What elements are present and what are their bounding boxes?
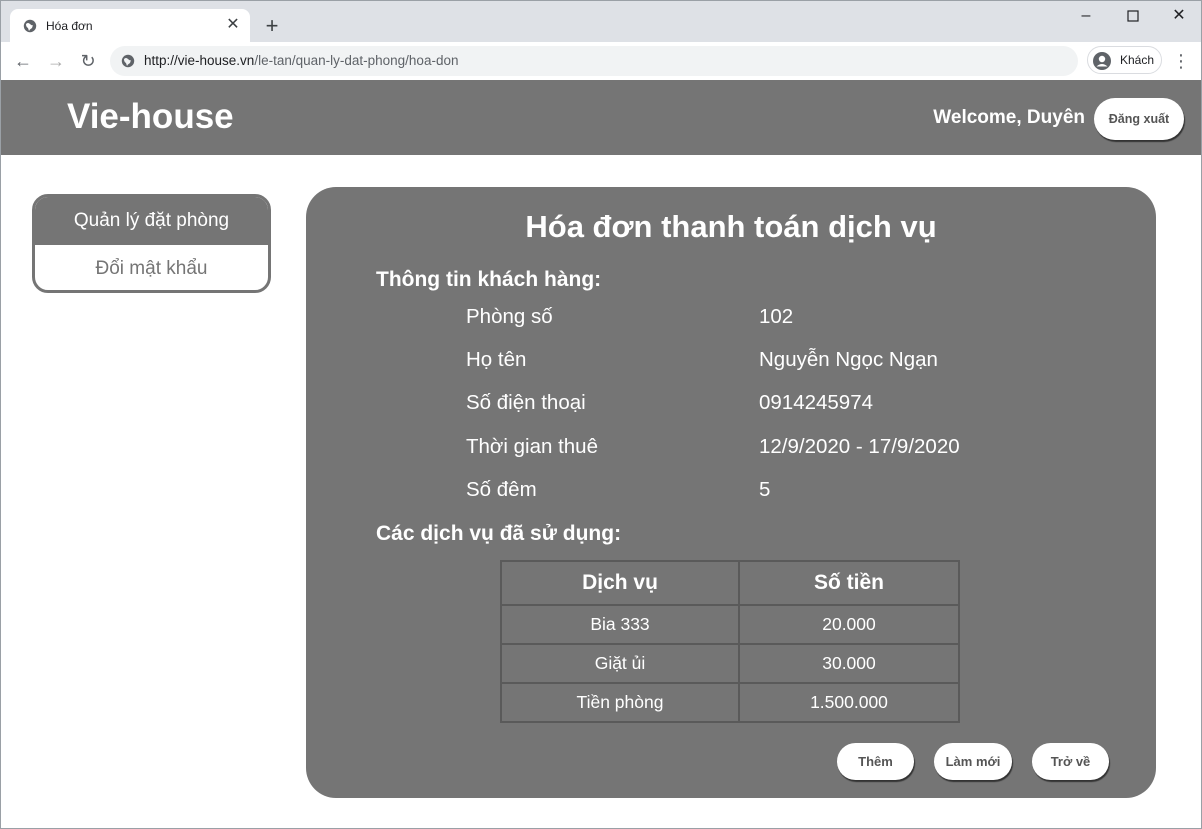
field-value-nights: 5 [759, 478, 771, 501]
table-row: Giặt ủi 30.000 [500, 643, 960, 684]
service-name-cell: Bia 333 [500, 604, 740, 645]
field-value-name: Nguyễn Ngọc Ngạn [759, 348, 938, 371]
account-icon [1093, 52, 1111, 70]
page-title: Hóa đơn thanh toán dịch vụ [525, 209, 937, 244]
table-header-row: Dịch vụ Số tiền [500, 560, 960, 606]
more-menu-icon[interactable]: ⋮ [1171, 50, 1191, 72]
profile-button[interactable]: Khách [1087, 46, 1162, 74]
maximize-icon[interactable] [1119, 5, 1147, 27]
forward-arrow-icon[interactable]: → [45, 50, 67, 72]
services-heading: Các dịch vụ đã sử dụng: [376, 522, 622, 545]
url-text: http://vie-house.vn/le-tan/quan-ly-dat-p… [144, 53, 459, 68]
side-menu: Quản lý đặt phòng Đổi mật khẩu [32, 194, 271, 293]
table-row: Tiền phòng 1.500.000 [500, 682, 960, 723]
field-value-room: 102 [759, 305, 794, 328]
welcome-text: Welcome, Duyên [933, 107, 1085, 128]
service-name-cell: Tiền phòng [500, 682, 740, 723]
tab-title: Hóa đơn [46, 19, 93, 33]
browser-toolbar: ← → ↻ http://vie-house.vn/le-tan/quan-ly… [0, 42, 1202, 80]
profile-label: Khách [1120, 53, 1155, 67]
logout-button[interactable]: Đăng xuất [1094, 98, 1184, 140]
table-row: Bia 333 20.000 [500, 604, 960, 645]
address-bar[interactable]: http://vie-house.vn/le-tan/quan-ly-dat-p… [110, 46, 1078, 76]
close-tab-icon[interactable]: ✕ [224, 16, 242, 34]
side-menu-item-change-password[interactable]: Đổi mật khẩu [35, 245, 268, 290]
column-header-service: Dịch vụ [500, 560, 740, 606]
service-amount-cell: 30.000 [738, 643, 960, 684]
side-menu-item-booking-management[interactable]: Quản lý đặt phòng [35, 197, 268, 245]
back-button[interactable]: Trở về [1032, 743, 1109, 780]
browser-tab-bar: Hóa đơn ✕ + – ✕ [0, 0, 1202, 43]
service-amount-cell: 1.500.000 [738, 682, 960, 723]
service-name-cell: Giặt ủi [500, 643, 740, 684]
field-label-room: Phòng số [466, 305, 553, 328]
new-tab-icon[interactable]: + [261, 15, 283, 37]
site-header: Vie-house Welcome, Duyên Đăng xuất [0, 80, 1202, 155]
browser-tab[interactable]: Hóa đơn ✕ [10, 9, 250, 43]
reload-icon[interactable]: ↻ [77, 50, 99, 72]
window-close-icon[interactable]: ✕ [1165, 5, 1193, 27]
field-value-phone: 0914245974 [759, 391, 874, 414]
minimize-icon[interactable]: – [1072, 5, 1100, 27]
add-button[interactable]: Thêm [837, 743, 914, 780]
field-value-rental-period: 12/9/2020 - 17/9/2020 [759, 435, 960, 458]
field-label-phone: Số điện thoại [466, 391, 586, 414]
brand-logo[interactable]: Vie-house [67, 97, 234, 137]
site-info-icon[interactable] [121, 54, 135, 68]
customer-info-heading: Thông tin khách hàng: [376, 268, 602, 291]
services-table: Dịch vụ Số tiền Bia 333 20.000 Giặt ủi 3… [500, 560, 960, 723]
invoice-panel: Hóa đơn thanh toán dịch vụ Thông tin khá… [306, 187, 1156, 798]
column-header-amount: Số tiền [738, 560, 960, 606]
service-amount-cell: 20.000 [738, 604, 960, 645]
globe-icon [23, 19, 37, 33]
field-label-nights: Số đêm [466, 478, 537, 501]
field-label-name: Họ tên [466, 348, 527, 371]
field-label-rental-period: Thời gian thuê [466, 435, 598, 458]
refresh-button[interactable]: Làm mới [934, 743, 1012, 780]
back-arrow-icon[interactable]: ← [12, 50, 34, 72]
